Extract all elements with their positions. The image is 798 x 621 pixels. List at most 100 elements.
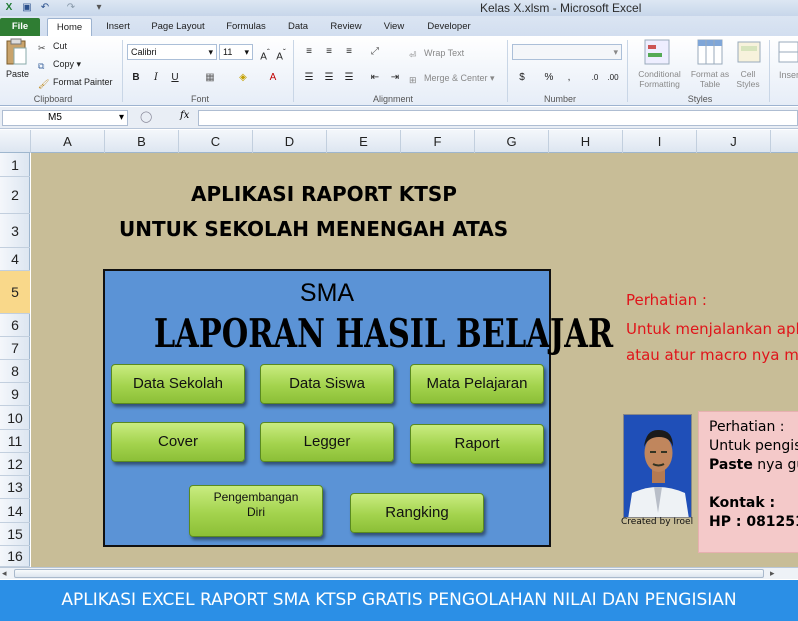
row-header[interactable]: 15 bbox=[0, 523, 30, 546]
horizontal-scrollbar[interactable]: ◂ ▸ bbox=[0, 567, 798, 579]
pengembangan-diri-button[interactable]: Pengembangan Diri bbox=[189, 485, 323, 537]
decrease-decimal-icon[interactable]: .00 bbox=[606, 71, 620, 85]
scrollbar-thumb[interactable] bbox=[14, 569, 764, 578]
align-right-icon[interactable]: ☰ bbox=[342, 71, 356, 85]
format-painter-button[interactable]: 🖌 Format Painter bbox=[38, 76, 113, 89]
column-header[interactable]: J bbox=[697, 130, 771, 153]
sheet-title-line1: APLIKASI RAPORT KTSP bbox=[191, 182, 457, 206]
column-header[interactable]: B bbox=[105, 130, 179, 153]
increase-indent-icon[interactable]: ⇥ bbox=[388, 71, 402, 85]
cover-button[interactable]: Cover bbox=[111, 422, 245, 462]
select-all-corner[interactable] bbox=[0, 130, 31, 153]
row-header[interactable]: 8 bbox=[0, 360, 30, 383]
save-icon[interactable]: ▣ bbox=[20, 1, 34, 15]
font-size-select[interactable]: 11 ▾ bbox=[219, 44, 253, 60]
row-header[interactable]: 2 bbox=[0, 177, 30, 214]
merge-center-button[interactable]: ⊞ Merge & Center ▾ bbox=[409, 72, 495, 85]
name-box[interactable]: M5 ▾ bbox=[2, 110, 128, 126]
row-header[interactable]: 13 bbox=[0, 476, 30, 499]
row-header[interactable]: 4 bbox=[0, 248, 30, 271]
row-header[interactable]: 10 bbox=[0, 406, 30, 430]
paste-icon[interactable] bbox=[4, 38, 30, 68]
bold-icon[interactable]: B bbox=[129, 71, 143, 85]
row-header[interactable]: 11 bbox=[0, 430, 30, 453]
mata-pelajaran-button[interactable]: Mata Pelajaran bbox=[410, 364, 544, 404]
cut-button[interactable]: ✂ Cut bbox=[38, 40, 67, 53]
data-siswa-button[interactable]: Data Siswa bbox=[260, 364, 394, 404]
row-header[interactable]: 1 bbox=[0, 153, 30, 177]
currency-icon[interactable]: $ bbox=[515, 71, 529, 85]
align-bottom-icon[interactable]: ≡ bbox=[342, 45, 356, 59]
tab-formulas[interactable]: Formulas bbox=[218, 18, 274, 36]
align-middle-icon[interactable]: ≡ bbox=[322, 45, 336, 59]
row-header[interactable]: 12 bbox=[0, 453, 30, 476]
increase-decimal-icon[interactable]: .0 bbox=[588, 71, 602, 85]
scroll-right-icon[interactable]: ▸ bbox=[770, 568, 775, 579]
insert-cells-icon[interactable] bbox=[778, 39, 798, 68]
number-format-select[interactable]: ▾ bbox=[512, 44, 622, 60]
fill-color-icon[interactable]: ◈ bbox=[236, 71, 250, 85]
insert-cells-button[interactable]: Inser bbox=[779, 69, 798, 81]
shrink-font-icon[interactable]: Aˇ bbox=[274, 45, 288, 62]
formula-bar-handle-icon[interactable]: ◯ bbox=[140, 110, 152, 123]
decrease-indent-icon[interactable]: ⇤ bbox=[368, 71, 382, 85]
paste-button[interactable]: Paste bbox=[6, 68, 29, 80]
column-header[interactable]: H bbox=[549, 130, 623, 153]
row-header[interactable]: 14 bbox=[0, 499, 30, 523]
row-header-selected[interactable]: 5 bbox=[0, 271, 30, 314]
borders-icon[interactable]: ▦ bbox=[203, 71, 217, 85]
grow-font-icon[interactable]: Aˆ bbox=[258, 45, 272, 62]
align-left-icon[interactable]: ☰ bbox=[302, 71, 316, 85]
font-family-select[interactable]: Calibri ▾ bbox=[127, 44, 217, 60]
comma-icon[interactable]: , bbox=[562, 71, 576, 85]
italic-icon[interactable]: I bbox=[149, 71, 163, 85]
row-header[interactable]: 3 bbox=[0, 214, 30, 248]
align-center-icon[interactable]: ☰ bbox=[322, 71, 336, 85]
formula-input[interactable] bbox=[198, 110, 798, 126]
column-header[interactable]: I bbox=[623, 130, 697, 153]
column-header[interactable]: D bbox=[253, 130, 327, 153]
row-header[interactable]: 16 bbox=[0, 546, 30, 567]
wrap-text-button[interactable]: ⏎ Wrap Text bbox=[409, 47, 464, 60]
conditional-formatting-icon[interactable] bbox=[644, 39, 670, 68]
conditional-formatting-button[interactable]: Conditional Formatting bbox=[632, 69, 687, 89]
orientation-icon[interactable]: ⤢ bbox=[368, 45, 382, 59]
tab-view[interactable]: View bbox=[376, 18, 412, 36]
redo-icon[interactable]: ↷ bbox=[64, 1, 78, 15]
align-top-icon[interactable]: ≡ bbox=[302, 45, 316, 59]
column-header[interactable]: G bbox=[475, 130, 549, 153]
raport-button[interactable]: Raport bbox=[410, 424, 544, 464]
tab-developer[interactable]: Developer bbox=[420, 18, 478, 36]
tab-review[interactable]: Review bbox=[324, 18, 368, 36]
row-header[interactable]: 7 bbox=[0, 337, 30, 360]
scroll-left-icon[interactable]: ◂ bbox=[2, 568, 7, 579]
wrap-text-icon: ⏎ bbox=[409, 50, 417, 60]
copy-button[interactable]: ⧉ Copy ▾ bbox=[38, 58, 81, 71]
tab-home[interactable]: Home bbox=[47, 18, 92, 36]
percent-icon[interactable]: % bbox=[542, 71, 556, 85]
format-table-icon[interactable] bbox=[697, 39, 723, 68]
format-table-button[interactable]: Format as Table bbox=[689, 69, 731, 89]
tab-data[interactable]: Data bbox=[281, 18, 315, 36]
row-header[interactable]: 6 bbox=[0, 314, 30, 337]
row-header[interactable]: 9 bbox=[0, 383, 30, 406]
column-header[interactable]: A bbox=[31, 130, 105, 153]
cell-styles-icon[interactable] bbox=[737, 39, 761, 68]
column-header[interactable]: E bbox=[327, 130, 401, 153]
column-header[interactable]: C bbox=[179, 130, 253, 153]
underline-icon[interactable]: U bbox=[168, 71, 182, 85]
tab-file[interactable]: File bbox=[0, 18, 40, 36]
cell-styles-button[interactable]: Cell Styles bbox=[733, 69, 763, 89]
undo-icon[interactable]: ↶ bbox=[38, 1, 52, 15]
legger-button[interactable]: Legger bbox=[260, 422, 394, 462]
tab-insert[interactable]: Insert bbox=[98, 18, 138, 36]
column-header[interactable]: F bbox=[401, 130, 475, 153]
worksheet[interactable]: APLIKASI RAPORT KTSP UNTUK SEKOLAH MENEN… bbox=[31, 153, 798, 567]
insert-function-icon[interactable]: fx bbox=[180, 110, 189, 121]
font-color-icon[interactable]: A bbox=[266, 71, 280, 85]
data-sekolah-button[interactable]: Data Sekolah bbox=[111, 364, 245, 404]
customize-toolbar-icon[interactable]: ▾ bbox=[92, 1, 106, 15]
tab-page-layout[interactable]: Page Layout bbox=[145, 18, 211, 36]
rangking-button[interactable]: Rangking bbox=[350, 493, 484, 533]
excel-logo-icon[interactable]: X bbox=[2, 1, 16, 15]
